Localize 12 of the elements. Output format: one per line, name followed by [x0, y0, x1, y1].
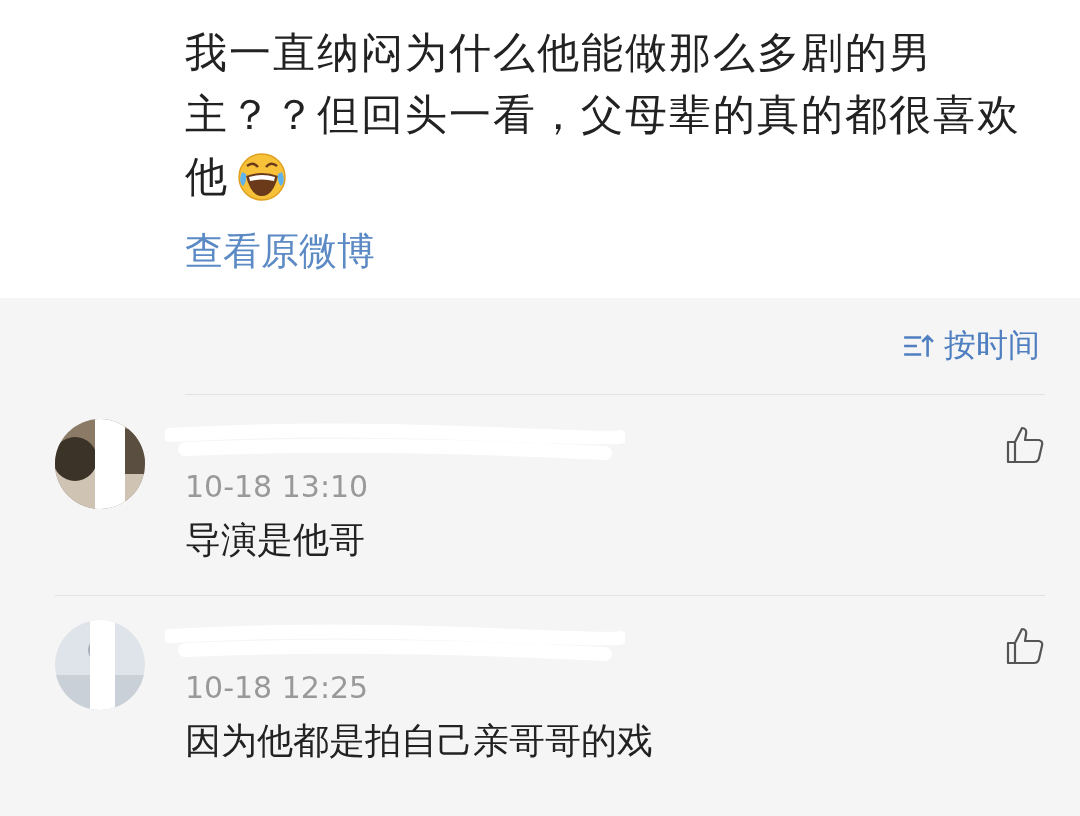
- comment-time: 10-18 12:25: [185, 669, 370, 707]
- view-original-link[interactable]: 查看原微博: [185, 226, 375, 277]
- thumbs-up-icon[interactable]: [1005, 626, 1045, 666]
- comment-text: 因为他都是拍自己亲哥哥的戏: [185, 719, 654, 763]
- post-text: 他: [185, 151, 229, 203]
- thumbs-up-icon[interactable]: [1005, 425, 1045, 465]
- comment-time: 10-18 13:10: [185, 468, 370, 506]
- sort-button[interactable]: 按时间: [902, 320, 1040, 372]
- comment-text: 导演是他哥: [185, 518, 366, 562]
- laughing-crying-emoji-icon: [237, 152, 287, 202]
- sort-icon: [902, 333, 934, 359]
- post-text: 我一直纳闷为什么他能做那么多剧的男主？？但回头一看，父母辈的真的都很喜欢: [185, 27, 1022, 141]
